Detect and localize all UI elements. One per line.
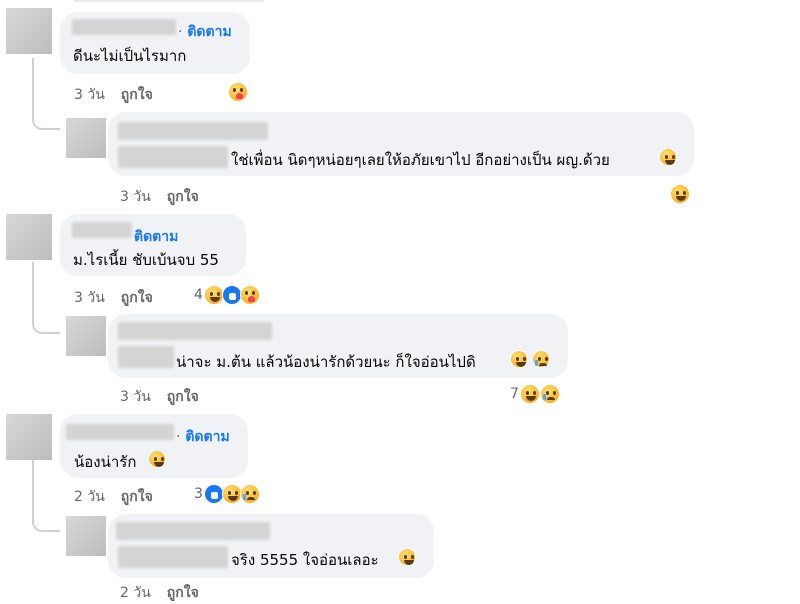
haha-reaction-icon [398, 548, 416, 566]
sad-reaction-icon[interactable] [540, 384, 560, 404]
clipped-meta [74, 0, 264, 2]
thread-line [32, 460, 60, 532]
haha-reaction-icon[interactable] [670, 184, 690, 204]
haha-reaction-icon [148, 450, 166, 468]
comment-meta: 3 วัน ถูกใจ [120, 189, 199, 205]
comment-meta: 2 วัน ถูกใจ [74, 489, 153, 505]
reaction-count[interactable]: 7 [510, 386, 519, 402]
blurred-username [66, 424, 174, 440]
comment-text: ม.ไรเนี้ย ชับเบ้นจบ 55 [73, 251, 219, 269]
haha-reaction-icon[interactable] [222, 484, 242, 504]
comment-meta: 2 วัน ถูกใจ [120, 585, 199, 601]
blurred-username [72, 19, 176, 35]
avatar[interactable] [66, 316, 106, 356]
blurred-username [72, 222, 132, 238]
follow-link[interactable]: ติดตาม [134, 226, 178, 248]
follow-link[interactable]: · ติดตาม [178, 21, 232, 43]
reaction-count[interactable]: 3 [194, 486, 203, 502]
blurred-text [118, 146, 228, 168]
like-button[interactable]: ถูกใจ [167, 389, 199, 405]
haha-reaction-icon [659, 148, 677, 166]
comment-meta: 3 วัน ถูกใจ [74, 290, 153, 306]
like-button[interactable]: ถูกใจ [167, 585, 199, 601]
cry-laugh-icon [532, 350, 550, 368]
comment-meta: 3 วัน ถูกใจ [74, 87, 153, 103]
haha-reaction-icon [510, 350, 528, 368]
thread-line [32, 58, 60, 130]
thread-line [32, 262, 60, 334]
avatar[interactable] [6, 414, 52, 460]
comment-text: ใช่เพื่อน นิดๆหน่อยๆเลยให้อภัยเขาไป อีกอ… [231, 151, 610, 169]
care-reaction-icon[interactable] [228, 82, 248, 102]
blurred-username [118, 322, 272, 340]
avatar[interactable] [66, 118, 106, 158]
like-button[interactable]: ถูกใจ [121, 87, 153, 103]
blurred-text [118, 546, 228, 568]
avatar[interactable] [6, 214, 52, 260]
haha-reaction-icon[interactable] [204, 285, 224, 305]
reaction-count[interactable]: 4 [194, 287, 203, 303]
haha-reaction-icon[interactable] [520, 384, 540, 404]
follow-link[interactable]: · ติดตาม [176, 426, 230, 448]
like-button[interactable]: ถูกใจ [167, 189, 199, 205]
comment-text: จริง 5555 ใจอ่อนเลอะ [231, 551, 379, 569]
avatar[interactable] [66, 516, 106, 556]
blurred-text [118, 346, 174, 368]
blurred-username [116, 522, 270, 540]
avatar[interactable] [6, 8, 52, 54]
comment-text: ดีนะไม่เป็นไรมาก [73, 47, 187, 65]
comment-meta: 3 วัน ถูกใจ [120, 389, 199, 405]
like-button[interactable]: ถูกใจ [121, 489, 153, 505]
like-button[interactable]: ถูกใจ [121, 290, 153, 306]
comment-text: น้องน่ารัก [74, 453, 137, 471]
like-reaction-icon[interactable] [204, 484, 224, 504]
blurred-username [118, 122, 268, 140]
sad-reaction-icon[interactable] [240, 484, 260, 504]
comment-text: น่าจะ ม.ต้น แล้วน้องน่ารักด้วยนะ ก็ใจอ่อ… [176, 353, 476, 371]
like-reaction-icon[interactable] [222, 285, 242, 305]
care-reaction-icon[interactable] [240, 285, 260, 305]
